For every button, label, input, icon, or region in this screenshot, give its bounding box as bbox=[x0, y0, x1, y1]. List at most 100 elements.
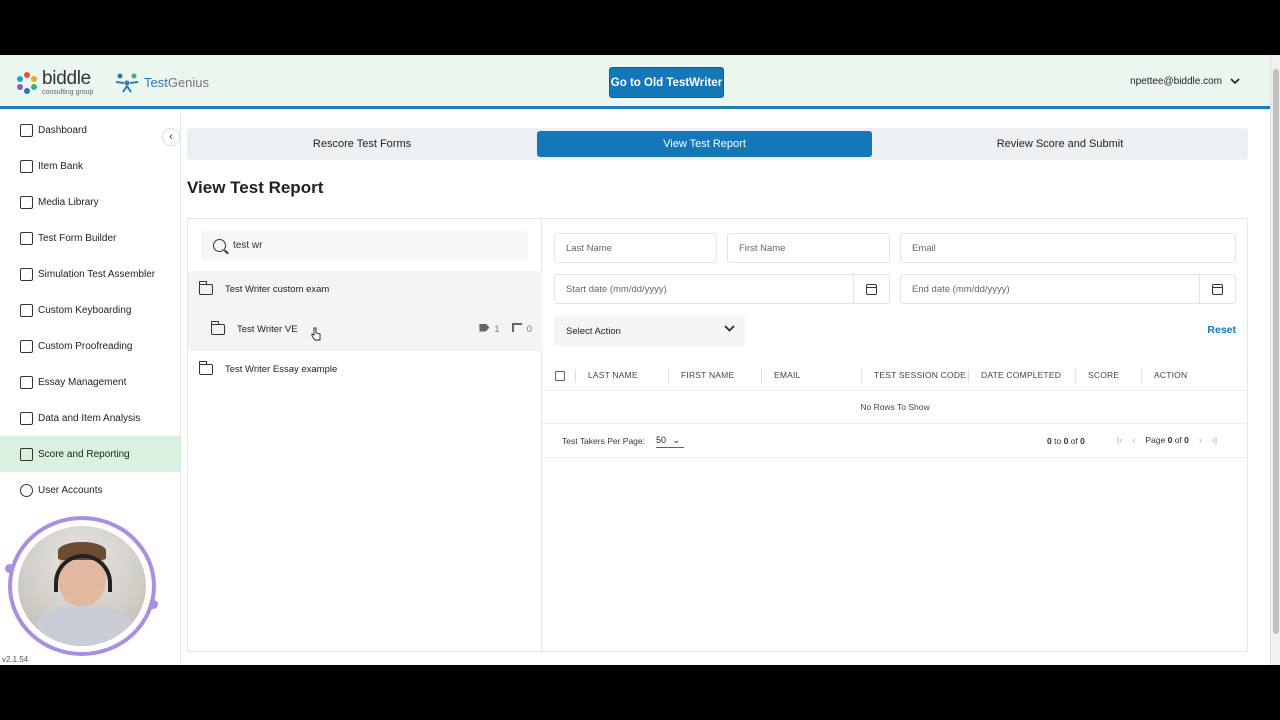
next-page-icon[interactable]: › bbox=[1199, 435, 1202, 445]
reset-button[interactable]: Reset bbox=[1207, 324, 1236, 336]
tree-item-test-writer-custom-exam[interactable]: Test Writer custom exam bbox=[188, 279, 542, 299]
webcam-ring-dot bbox=[149, 600, 158, 609]
sidebar-item-label: Item Bank bbox=[38, 160, 84, 172]
sidebar-item-label: Essay Management bbox=[38, 376, 127, 388]
page-indicator: Page 0 of 0 bbox=[1145, 435, 1189, 445]
select-action-label: Select Action bbox=[566, 325, 621, 337]
sidebar-item-score-and-reporting[interactable]: Score and Reporting bbox=[0, 436, 180, 472]
end-date-picker-button[interactable] bbox=[1199, 275, 1235, 303]
previous-page-icon[interactable]: ‹ bbox=[1132, 435, 1135, 445]
folder-open-icon bbox=[198, 280, 213, 295]
sidebar-item-label: User Accounts bbox=[38, 484, 103, 496]
scrollbar-thumb[interactable] bbox=[1273, 69, 1279, 634]
page-title: View Test Report bbox=[187, 178, 324, 197]
chevron-down-icon bbox=[1230, 78, 1240, 85]
biddle-logo[interactable]: biddle consulting group bbox=[16, 69, 93, 96]
tree-item-label: Test Writer Essay example bbox=[225, 363, 338, 375]
select-action-dropdown[interactable]: Select Action bbox=[554, 316, 745, 346]
tab-review-score-and-submit[interactable]: Review Score and Submit bbox=[872, 131, 1248, 157]
p-icon bbox=[20, 339, 33, 353]
sidebar-item-item-bank[interactable]: Item Bank bbox=[0, 148, 180, 184]
page-navigation: |‹ ‹ Page 0 of 0 › ›| bbox=[1117, 435, 1217, 445]
webcam-overlay bbox=[8, 516, 156, 656]
last-page-icon[interactable]: ›| bbox=[1212, 435, 1217, 445]
grid-header: LAST NAME FIRST NAME EMAIL TEST SESSION … bbox=[542, 361, 1248, 391]
sidebar-item-label: Simulation Test Assembler bbox=[38, 268, 156, 280]
sidebar-item-label: Test Form Builder bbox=[38, 232, 117, 244]
search-value: test wr bbox=[233, 240, 263, 251]
search-input[interactable]: test wr bbox=[201, 231, 528, 260]
webcam-ring-dot bbox=[5, 564, 14, 573]
tree-item-test-writer-essay-example[interactable]: Test Writer Essay example bbox=[188, 359, 542, 379]
column-header-action[interactable]: ACTION bbox=[1154, 370, 1187, 380]
page-scrollbar[interactable] bbox=[1270, 55, 1280, 665]
report-icon bbox=[20, 447, 33, 461]
tab-rescore-test-forms[interactable]: Rescore Test Forms bbox=[187, 131, 537, 157]
sidebar-item-label: Data and Item Analysis bbox=[38, 412, 141, 424]
end-date-placeholder: End date (mm/dd/yyyy) bbox=[912, 283, 1010, 295]
keyboard-icon bbox=[20, 303, 33, 317]
chevron-down-icon bbox=[724, 325, 735, 332]
calendar-icon bbox=[1212, 283, 1223, 295]
sidebar-item-test-form-builder[interactable]: Test Form Builder bbox=[0, 220, 180, 256]
grid-icon bbox=[20, 123, 33, 137]
folder-icon bbox=[210, 320, 225, 335]
app-window: biddle consulting group TestGenius Go to… bbox=[0, 55, 1280, 665]
search-icon bbox=[213, 239, 226, 252]
column-header-date-completed[interactable]: DATE COMPLETED bbox=[981, 370, 1061, 380]
last-name-field[interactable]: Last Name bbox=[554, 233, 717, 263]
start-date-picker-button[interactable] bbox=[853, 275, 889, 303]
biddle-logo-icon bbox=[16, 71, 38, 94]
tree-item-label: Test Writer VE bbox=[237, 323, 298, 335]
sidebar-item-custom-proofreading[interactable]: Custom Proofreading bbox=[0, 328, 180, 364]
top-header: biddle consulting group TestGenius Go to… bbox=[0, 55, 1270, 109]
email-field[interactable]: Email bbox=[900, 233, 1236, 263]
end-date-field[interactable]: End date (mm/dd/yyyy) bbox=[900, 274, 1236, 304]
tree-item-label: Test Writer custom exam bbox=[225, 283, 330, 295]
webcam-video bbox=[18, 526, 146, 646]
report-panel: test wr Test Writer custom exam Test Wri… bbox=[187, 218, 1248, 652]
column-header-score[interactable]: SCORE bbox=[1088, 370, 1119, 380]
column-header-first-name[interactable]: FIRST NAME bbox=[681, 370, 734, 380]
per-page-label: Test Takers Per Page: bbox=[562, 436, 645, 446]
tag-icon bbox=[479, 323, 490, 332]
sidebar-item-data-and-item-analysis[interactable]: Data and Item Analysis bbox=[0, 400, 180, 436]
first-name-field[interactable]: First Name bbox=[727, 233, 890, 263]
sidebar-item-media-library[interactable]: Media Library bbox=[0, 184, 180, 220]
app-version: v2.1.54 bbox=[2, 655, 29, 664]
tag-count: 1 bbox=[479, 323, 500, 335]
user-icon bbox=[20, 483, 33, 497]
product-name-test: Test bbox=[144, 74, 168, 90]
sidebar-item-essay-management[interactable]: Essay Management bbox=[0, 364, 180, 400]
list-icon bbox=[20, 231, 33, 245]
first-page-icon[interactable]: |‹ bbox=[1117, 435, 1122, 445]
sidebar-item-custom-keyboarding[interactable]: Custom Keyboarding bbox=[0, 292, 180, 328]
per-page-select[interactable]: 50 ⌄ bbox=[656, 435, 685, 448]
sidebar-item-user-accounts[interactable]: User Accounts bbox=[0, 472, 180, 508]
sidebar-item-simulation-test-assembler[interactable]: Simulation Test Assembler bbox=[0, 256, 180, 292]
mouse-cursor-icon bbox=[311, 327, 321, 341]
start-date-field[interactable]: Start date (mm/dd/yyyy) bbox=[554, 274, 890, 304]
testgenius-logo-icon bbox=[115, 73, 139, 93]
product-name-genius: Genius bbox=[167, 74, 210, 90]
row-range: 0 to 0 of 0 bbox=[1047, 436, 1085, 446]
testgenius-logo[interactable]: TestGenius bbox=[114, 71, 209, 93]
select-all-checkbox[interactable] bbox=[555, 371, 565, 381]
bookmark-icon bbox=[20, 159, 33, 173]
list-icon bbox=[20, 375, 33, 389]
go-to-old-testwriter-button[interactable]: Go to Old TestWriter bbox=[609, 67, 724, 98]
step-tabs: Rescore Test Forms View Test Report Revi… bbox=[187, 128, 1248, 160]
sidebar-item-dashboard[interactable]: Dashboard bbox=[0, 112, 180, 148]
tree-item-test-writer-ve[interactable]: Test Writer VE 1 0 bbox=[188, 318, 542, 340]
column-header-email[interactable]: EMAIL bbox=[774, 370, 801, 380]
user-menu[interactable]: npettee@biddle.com bbox=[1130, 76, 1240, 87]
chevron-down-icon: ⌄ bbox=[672, 435, 681, 445]
list-icon bbox=[20, 267, 33, 281]
collapse-sidebar-button[interactable]: ‹ bbox=[162, 128, 180, 146]
column-header-last-name[interactable]: LAST NAME bbox=[588, 370, 638, 380]
brand-name: biddle bbox=[42, 68, 91, 89]
column-header-test-session-code[interactable]: TEST SESSION CODE bbox=[874, 370, 966, 380]
network-icon bbox=[511, 323, 522, 332]
tab-view-test-report[interactable]: View Test Report bbox=[537, 131, 872, 157]
start-date-placeholder: Start date (mm/dd/yyyy) bbox=[566, 283, 667, 295]
